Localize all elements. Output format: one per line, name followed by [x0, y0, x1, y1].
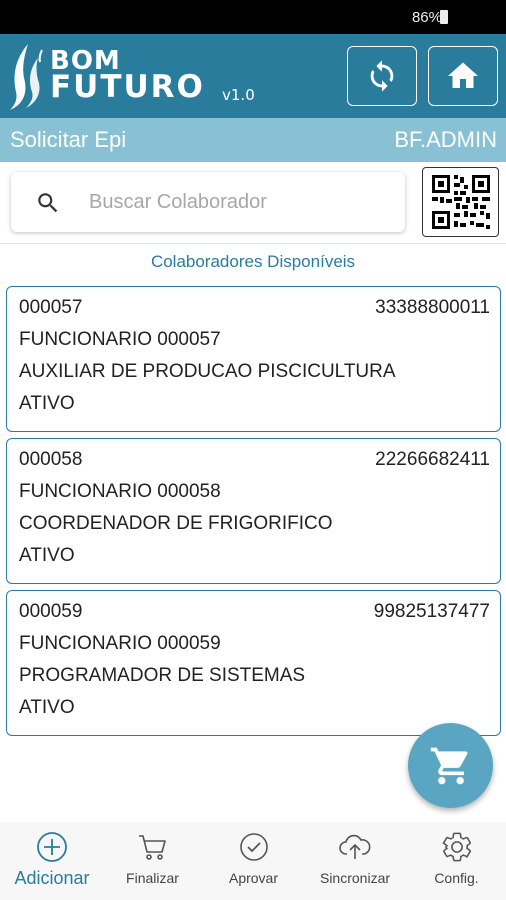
search-input[interactable]	[89, 182, 389, 222]
employee-code: 000058	[19, 449, 83, 470]
employee-phone: 33388800011	[375, 297, 490, 318]
sync-icon	[370, 60, 394, 92]
qr-scan-button[interactable]	[422, 167, 499, 237]
cart-icon	[430, 747, 468, 784]
employee-list: 000057 33388800011 FUNCIONARIO 000057 AU…	[6, 286, 501, 742]
employee-role: AUXILIAR DE PRODUCAO PISCICULTURA	[19, 361, 396, 382]
employee-role: PROGRAMADOR DE SISTEMAS	[19, 665, 306, 686]
brand-logo: BOM FUTURO v1.0	[6, 38, 266, 112]
search-area	[0, 162, 506, 244]
battery-level: 86%	[411, 9, 442, 26]
current-user: BF.ADMIN	[394, 127, 497, 152]
employee-status: ATIVO	[19, 697, 75, 718]
section-label: Colaboradores Disponíveis	[150, 252, 356, 271]
gear-icon	[442, 832, 471, 862]
cloud-upload-icon	[339, 834, 371, 859]
nav-config[interactable]: Config.	[409, 822, 504, 900]
nav-sync[interactable]: Sincronizar	[306, 822, 404, 900]
employee-code: 000057	[19, 297, 83, 318]
employee-card[interactable]: 000058 22266682411 FUNCIONARIO 000058 CO…	[6, 438, 501, 584]
employee-code: 000059	[19, 601, 83, 622]
nav-config-label: Config.	[434, 870, 479, 886]
sync-button[interactable]	[347, 46, 417, 106]
employee-phone: 99825137477	[373, 601, 490, 622]
cart-outline-icon	[138, 835, 166, 860]
employee-role: COORDENADOR DE FRIGORIFICO	[19, 513, 333, 534]
nav-approve[interactable]: Aprovar	[206, 822, 301, 900]
qr-code-icon	[431, 175, 490, 229]
employee-card[interactable]: 000057 33388800011 FUNCIONARIO 000057 AU…	[6, 286, 501, 432]
employee-card[interactable]: 000059 99825137477 FUNCIONARIO 000059 PR…	[6, 590, 501, 736]
nav-sync-label: Sincronizar	[319, 870, 391, 886]
home-icon	[448, 62, 478, 88]
search-icon	[38, 193, 58, 213]
nav-add[interactable]: Adicionar	[2, 822, 102, 900]
cart-fab-button[interactable]	[408, 723, 493, 808]
battery-icon	[440, 10, 448, 24]
employee-name: FUNCIONARIO 000057	[19, 329, 221, 350]
page-title: Solicitar Epi	[10, 127, 127, 152]
add-circle-icon	[37, 832, 67, 862]
flame-logo-icon	[10, 44, 43, 110]
app-header: BOM FUTURO v1.0	[0, 34, 506, 118]
employee-status: ATIVO	[19, 545, 75, 566]
search-box[interactable]	[11, 172, 405, 232]
bottom-nav: Adicionar Finalizar Aprovar Sincronizar …	[0, 822, 506, 900]
app-version: v1.0	[222, 86, 255, 104]
check-circle-icon	[239, 833, 268, 861]
title-bar: Solicitar Epi BF.ADMIN	[0, 118, 506, 162]
nav-finish[interactable]: Finalizar	[105, 822, 200, 900]
brand-line-2: FUTURO	[50, 69, 205, 105]
nav-approve-label: Aprovar	[228, 870, 279, 886]
status-bar: 86%	[0, 0, 506, 34]
employee-status: ATIVO	[19, 393, 75, 414]
employee-name: FUNCIONARIO 000058	[19, 481, 221, 502]
employee-name: FUNCIONARIO 000059	[19, 633, 221, 654]
employee-phone: 22266682411	[375, 449, 490, 470]
home-button[interactable]	[428, 46, 498, 106]
nav-add-label: Adicionar	[14, 868, 90, 888]
nav-finish-label: Finalizar	[126, 870, 179, 886]
